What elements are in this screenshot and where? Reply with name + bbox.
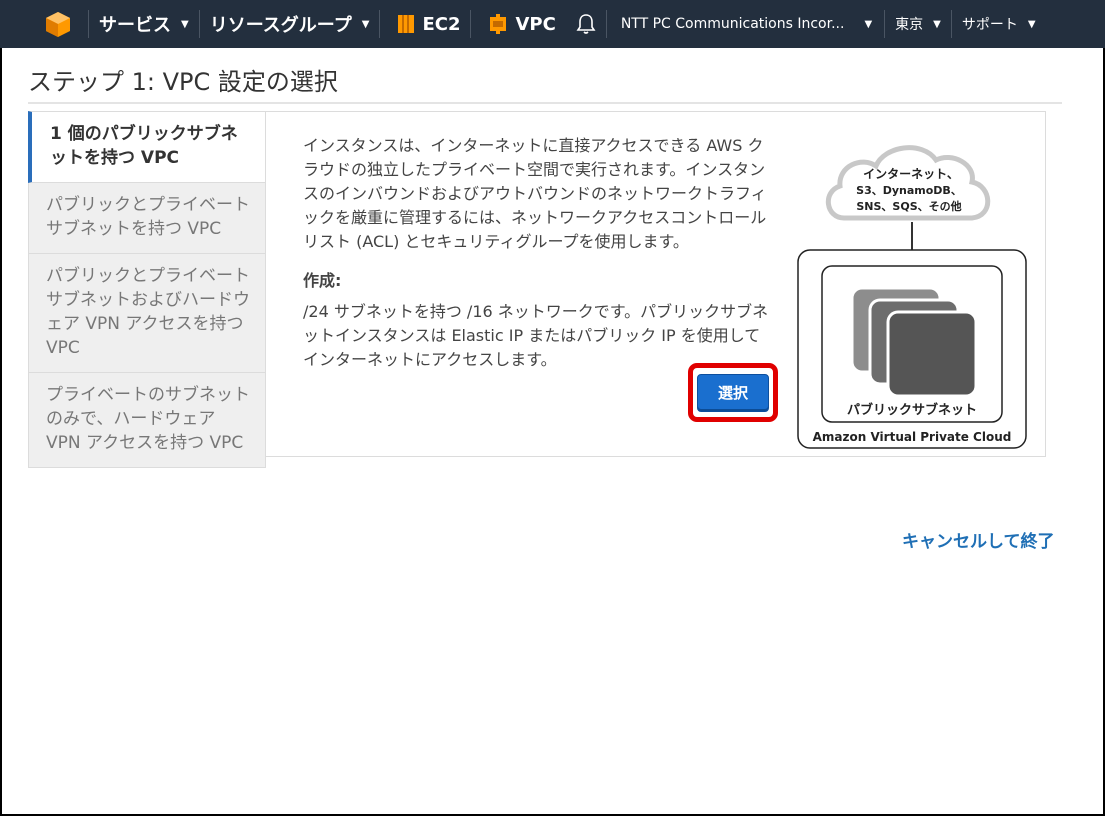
vpc-diagram: インターネット、 S3、DynamoDB、 SNS、SQS、その他 パブリックサ… xyxy=(797,145,1027,449)
title-divider xyxy=(28,102,1062,104)
aws-logo[interactable] xyxy=(0,0,88,48)
internet-cloud-icon: インターネット、 S3、DynamoDB、 SNS、SQS、その他 xyxy=(826,145,991,221)
tab-label: パブリックとプライベートサブネットを持つ VPC xyxy=(46,195,250,239)
chevron-down-icon: ▼ xyxy=(361,18,370,30)
tab-label: パブリックとプライベートサブネットおよびハードウェア VPN アクセスを持つ V… xyxy=(46,266,250,358)
instances-icon xyxy=(850,286,978,398)
tab-public-private-subnets[interactable]: パブリックとプライベートサブネットを持つ VPC xyxy=(28,183,266,254)
aws-cube-icon xyxy=(46,12,70,37)
region-label: 東京 xyxy=(895,17,924,33)
page-title: ステップ 1: VPC 設定の選択 xyxy=(28,68,338,96)
support-label: サポート xyxy=(961,17,1018,33)
subnet-label: パブリックサブネット xyxy=(847,402,977,418)
region-menu[interactable]: 東京 ▼ xyxy=(885,0,951,48)
cloud-text-3: SNS、SQS、その他 xyxy=(856,199,961,213)
vpc-shortcut[interactable]: VPC xyxy=(471,0,565,48)
services-label: サービス xyxy=(99,15,171,36)
account-menu[interactable]: NTT PC Communications Incor... ▼ xyxy=(607,0,884,48)
vpc-label: Amazon Virtual Private Cloud xyxy=(813,430,1012,444)
vpc-icon xyxy=(490,14,507,34)
ec2-shortcut[interactable]: EC2 xyxy=(380,0,470,48)
config-description: インスタンスは、インターネットに直接アクセスできる AWS クラウドの独立したプ… xyxy=(303,136,767,251)
cloud-text-2: S3、DynamoDB、 xyxy=(856,184,962,197)
chevron-down-icon: ▼ xyxy=(181,18,189,30)
select-button[interactable]: 選択 xyxy=(697,373,769,412)
cloud-text-1: インターネット、 xyxy=(863,167,959,181)
tab-label: 1 個のパブリックサブネットを持つ VPC xyxy=(50,124,238,168)
services-menu[interactable]: サービス ▼ xyxy=(89,0,199,48)
chevron-down-icon: ▼ xyxy=(864,18,873,30)
resource-groups-menu[interactable]: リソースグループ ▼ xyxy=(200,0,380,48)
support-menu[interactable]: サポート ▼ xyxy=(952,0,1046,48)
creates-heading: 作成: xyxy=(303,271,342,290)
select-highlight: 選択 xyxy=(688,363,778,422)
tab-label: プライベートのサブネットのみで、ハードウェア VPN アクセスを持つ VPC xyxy=(46,385,250,453)
bell-icon xyxy=(576,14,596,34)
chevron-down-icon: ▼ xyxy=(933,18,941,30)
tab-private-only-vpn[interactable]: プライベートのサブネットのみで、ハードウェア VPN アクセスを持つ VPC xyxy=(28,373,266,468)
resource-groups-label: リソースグループ xyxy=(209,15,352,36)
cancel-and-exit-link[interactable]: キャンセルして終了 xyxy=(902,527,1055,552)
top-nav: サービス ▼ リソースグループ ▼ EC2 VPC NTT PC Communi… xyxy=(0,0,1105,48)
ec2-label: EC2 xyxy=(422,13,461,35)
creates-description: /24 サブネットを持つ /16 ネットワークです。パブリックサブネットインスタ… xyxy=(303,302,769,369)
vpc-label: VPC xyxy=(515,13,556,35)
tab-single-public-subnet[interactable]: 1 個のパブリックサブネットを持つ VPC xyxy=(28,111,266,183)
ec2-icon xyxy=(398,15,415,33)
vpc-config-tabs: 1 個のパブリックサブネットを持つ VPC パブリックとプライベートサブネットを… xyxy=(28,111,266,468)
tab-public-private-vpn[interactable]: パブリックとプライベートサブネットおよびハードウェア VPN アクセスを持つ V… xyxy=(28,254,266,373)
notifications-button[interactable] xyxy=(566,0,606,48)
account-label: NTT PC Communications Incor... xyxy=(620,16,845,32)
config-panel: インスタンスは、インターネットに直接アクセスできる AWS クラウドの独立したプ… xyxy=(265,111,1046,457)
chevron-down-icon: ▼ xyxy=(1027,18,1036,30)
